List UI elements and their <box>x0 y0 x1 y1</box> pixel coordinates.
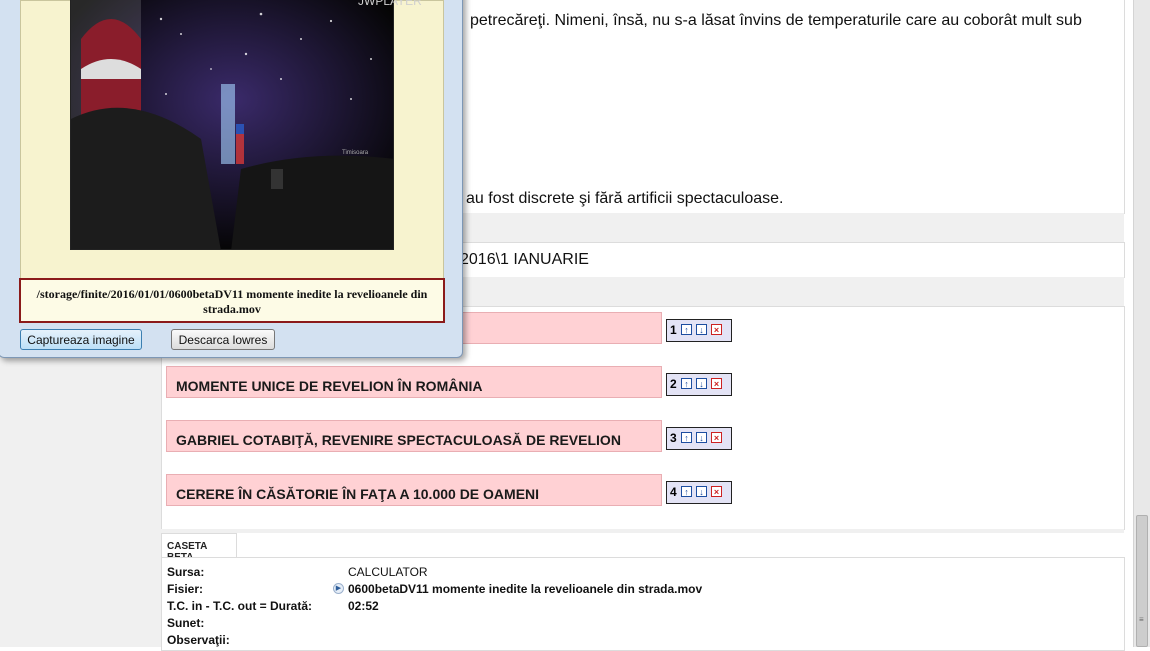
arrow-up-icon[interactable]: ↑ <box>681 486 692 497</box>
delete-x-icon[interactable]: × <box>711 432 722 443</box>
arrow-down-icon[interactable]: ↓ <box>696 432 707 443</box>
meta-source-value: CALCULATOR <box>348 565 428 579</box>
meta-label: Observaţii: <box>167 633 230 647</box>
article-text-line: petrecăreţi. Nimeni, însă, nu s-a lăsat … <box>470 12 1082 29</box>
story-number: 2 <box>670 377 677 391</box>
story-controls: 2 ↑ ↓ × <box>666 373 732 396</box>
article-text-line: au fost discrete şi fără artificii spect… <box>466 190 784 207</box>
jwplayer-watermark: JWPLAYER <box>358 0 422 8</box>
arrow-up-icon[interactable]: ↑ <box>681 432 692 443</box>
meta-label: T.C. in - T.C. out = Durată: <box>167 599 313 613</box>
story-number: 1 <box>670 323 677 337</box>
story-controls: 4 ↑ ↓ × <box>666 481 732 504</box>
meta-label: Sursa: <box>167 565 205 579</box>
capture-image-button[interactable]: Captureaza imagine <box>20 329 142 350</box>
tab-caseta-beta[interactable]: CASETA BETA <box>161 533 237 563</box>
arrow-up-icon[interactable]: ↑ <box>681 324 692 335</box>
video-image <box>71 0 393 249</box>
delete-x-icon[interactable]: × <box>711 324 722 335</box>
delete-x-icon[interactable]: × <box>711 378 722 389</box>
scrollbar-thumb[interactable] <box>1136 515 1148 647</box>
story-number: 4 <box>670 485 677 499</box>
video-caption: Timisoara <box>342 150 369 156</box>
arrow-up-icon[interactable]: ↑ <box>681 378 692 389</box>
meta-duration-value: 02:52 <box>348 599 379 613</box>
delete-x-icon[interactable]: × <box>711 486 722 497</box>
file-path: /storage/finite/2016/01/01/0600betaDV11 … <box>19 278 445 323</box>
grip-icon: ≡ <box>1139 615 1144 624</box>
meta-label: Fisier: <box>167 582 204 596</box>
video-player[interactable] <box>70 0 394 250</box>
story-controls: 1 ↑ ↓ × <box>666 319 732 342</box>
meta-file-value[interactable]: 0600betaDV11 momente inedite la revelioa… <box>348 582 702 596</box>
download-lowres-button[interactable]: Descarca lowres <box>171 329 275 350</box>
story-controls: 3 ↑ ↓ × <box>666 427 732 450</box>
arrow-down-icon[interactable]: ↓ <box>696 324 707 335</box>
story-title: GABRIEL COTABIŢĂ, REVENIRE SPECTACULOASĂ… <box>176 432 621 448</box>
arrow-down-icon[interactable]: ↓ <box>696 378 707 389</box>
story-item[interactable]: MOMENTE UNICE DE REVELION ÎN ROMÂNIA <box>166 366 662 398</box>
story-item[interactable]: CERERE ÎN CĂSĂTORIE ÎN FAŢA A 10.000 DE … <box>166 474 662 506</box>
meta-label: Sunet: <box>167 616 205 630</box>
date-path: 2016\1 IANUARIE <box>460 251 589 268</box>
arrow-down-icon[interactable]: ↓ <box>696 486 707 497</box>
story-number: 3 <box>670 431 677 445</box>
separator <box>161 529 1124 533</box>
play-arrow-icon[interactable]: ▶ <box>333 583 344 594</box>
story-title: MOMENTE UNICE DE REVELION ÎN ROMÂNIA <box>176 378 483 394</box>
story-title: CERERE ÎN CĂSĂTORIE ÎN FAŢA A 10.000 DE … <box>176 486 540 502</box>
story-item[interactable]: GABRIEL COTABIŢĂ, REVENIRE SPECTACULOASĂ… <box>166 420 662 452</box>
